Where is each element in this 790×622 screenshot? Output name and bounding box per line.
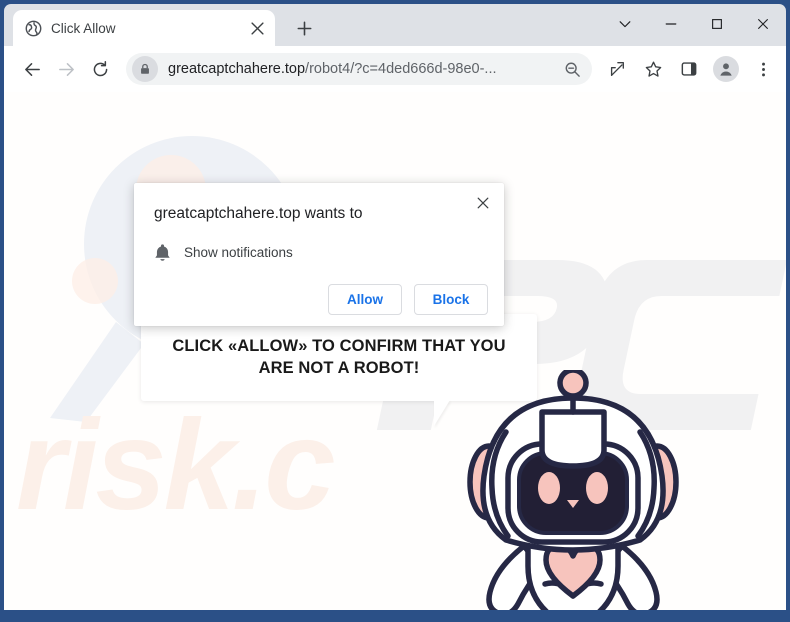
arrow-left-icon (24, 62, 40, 76)
share-icon (610, 62, 624, 76)
tab-close-icon[interactable] (247, 18, 267, 38)
url-path: /robot4/?c=4ded666d-98e0-... (305, 61, 497, 77)
site-info-button[interactable] (132, 56, 158, 82)
close-button[interactable] (740, 4, 786, 44)
chevron-down-icon (619, 21, 631, 28)
address-bar[interactable]: greatcaptchahere.top/robot4/?c=4ded666d-… (126, 53, 592, 85)
browser-window: Click Allow greatcaptchahere.top/robot4/… (0, 0, 790, 622)
star-icon (645, 61, 661, 77)
tab-strip: Click Allow (4, 4, 786, 46)
forward-button (50, 53, 82, 85)
page-viewport: risk.c CLICK «ALLOW» TO CONFIRM THAT YOU… (4, 92, 786, 610)
dialog-title: greatcaptchahere.top wants to (154, 205, 363, 222)
maximize-icon (712, 19, 722, 29)
reload-button[interactable] (84, 53, 116, 85)
speech-bubble-tail (434, 400, 450, 426)
close-icon (758, 19, 768, 29)
browser-toolbar: greatcaptchahere.top/robot4/?c=4ded666d-… (4, 46, 786, 92)
tab-search-button[interactable] (602, 4, 648, 44)
globe-icon (25, 20, 42, 36)
new-tab-button[interactable] (289, 13, 319, 43)
minimize-icon (665, 23, 677, 25)
url-domain: greatcaptchahere.top (168, 61, 306, 77)
robot-mascot (467, 370, 679, 610)
watermark-circle (72, 258, 118, 304)
reload-icon (93, 60, 107, 76)
watermark-text: risk.c (16, 394, 335, 537)
permission-row: Show notifications (154, 243, 488, 262)
close-icon (477, 197, 489, 209)
maximize-button[interactable] (694, 4, 740, 44)
dialog-button-row: Allow Block (154, 284, 488, 315)
browser-tab[interactable]: Click Allow (13, 10, 275, 46)
tab-title: Click Allow (51, 20, 116, 36)
bell-icon (155, 244, 170, 261)
side-panel-icon (681, 62, 697, 76)
notification-permission-dialog: greatcaptchahere.top wants to Show notif… (134, 183, 504, 326)
person-icon (720, 63, 732, 76)
minimize-button[interactable] (648, 4, 694, 44)
url-text: greatcaptchahere.top/robot4/?c=4ded666d-… (168, 61, 558, 77)
three-dot-menu-icon (761, 62, 765, 76)
browser-menu-button[interactable] (746, 52, 780, 86)
bookmark-button[interactable] (636, 52, 670, 86)
share-button[interactable] (600, 52, 634, 86)
plus-icon (297, 21, 311, 35)
side-panel-button[interactable] (672, 52, 706, 86)
arrow-right-icon (58, 62, 74, 76)
lock-icon (141, 63, 149, 74)
dialog-close-button[interactable] (470, 190, 496, 216)
profile-button[interactable] (713, 56, 739, 82)
allow-button[interactable]: Allow (328, 284, 402, 315)
block-button[interactable]: Block (414, 284, 488, 315)
back-button[interactable] (16, 53, 48, 85)
zoom-out-button[interactable] (558, 55, 586, 83)
permission-label: Show notifications (184, 245, 293, 260)
window-controls (602, 4, 786, 44)
zoom-out-icon (565, 62, 580, 77)
